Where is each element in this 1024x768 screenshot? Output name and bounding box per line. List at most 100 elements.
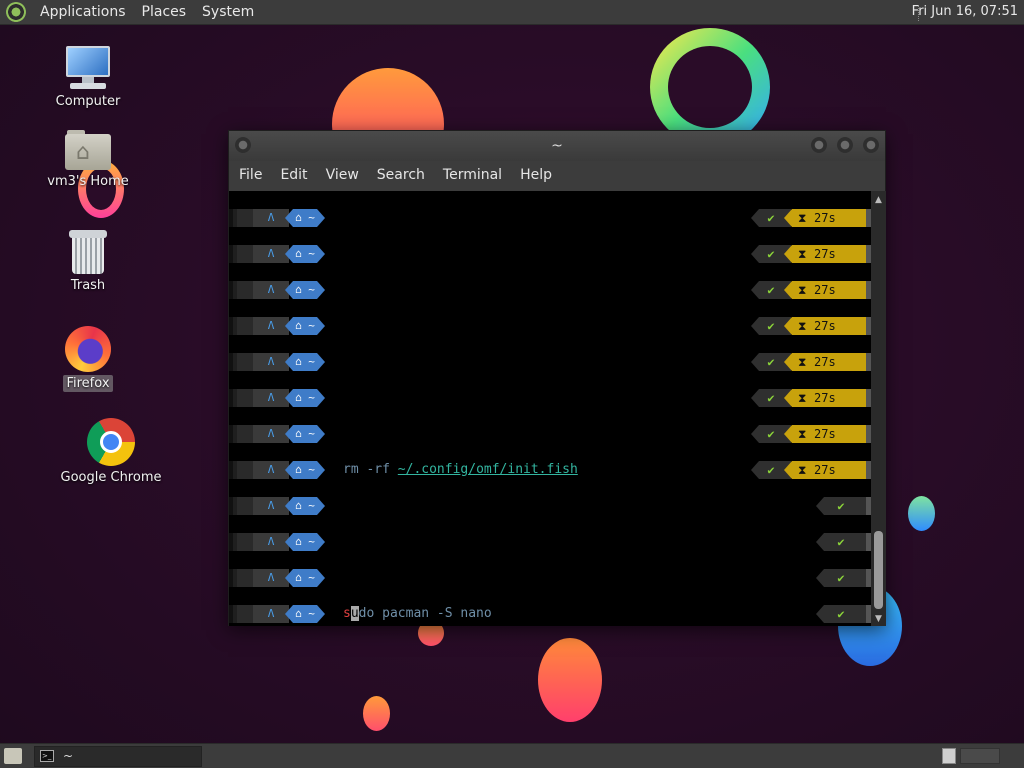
menu-terminal[interactable]: Terminal <box>437 167 514 183</box>
duration-text: 27s <box>814 211 836 225</box>
close-button[interactable] <box>863 137 879 153</box>
arch-icon: Λ <box>253 245 289 263</box>
scroll-up-arrow-icon[interactable]: ▲ <box>875 195 882 205</box>
terminal-line: Λ ⌂ ~ ✔ ⧗ 27s <box>229 281 871 299</box>
menu-edit[interactable]: Edit <box>274 167 319 183</box>
desktop-icon-label: Trash <box>70 278 106 293</box>
chrome-icon <box>87 418 135 466</box>
home-dir-segment: ⌂ ~ <box>285 389 325 407</box>
duration-text: 27s <box>814 319 836 333</box>
desktop-icon-trash[interactable]: Trash <box>38 230 138 294</box>
duration-text: 27s <box>814 463 836 477</box>
home-dir-segment: ⌂ ~ <box>285 353 325 371</box>
duration-text: 27s <box>814 355 836 369</box>
home-dir-segment: ⌂ ~ <box>285 281 325 299</box>
duration-segment: ⧗ 27s <box>784 461 866 479</box>
status-ok-icon: ✔ <box>816 569 866 587</box>
menu-help[interactable]: Help <box>514 167 564 183</box>
hourglass-icon: ⧗ <box>798 391 807 405</box>
home-dir-segment: ⌂ ~ <box>285 497 325 515</box>
arch-icon: Λ <box>253 281 289 299</box>
prompt-segment-left <box>229 389 253 407</box>
maximize-button[interactable] <box>837 137 853 153</box>
arch-icon: Λ <box>253 317 289 335</box>
scroll-thumb[interactable] <box>874 531 883 609</box>
hourglass-icon: ⧗ <box>798 211 807 225</box>
prompt-segment-left <box>229 497 253 515</box>
terminal-scrollbar[interactable]: ▲ ▼ <box>871 191 886 626</box>
scroll-down-arrow-icon[interactable]: ▼ <box>875 614 882 624</box>
command-text: rm -rf ~/.config/omf/init.fish <box>343 462 578 477</box>
window-titlebar[interactable]: ~ <box>229 131 885 161</box>
hourglass-icon: ⧗ <box>798 463 807 477</box>
terminal-line: Λ ⌂ ~ ✔ <box>229 497 871 515</box>
desktop-icon-chrome[interactable]: Google Chrome <box>56 418 166 486</box>
terminal-line: Λ ⌂ ~ ✔ ⧗ 27s <box>229 353 871 371</box>
home-dir-segment: ⌂ ~ <box>285 425 325 443</box>
distro-logo-icon[interactable] <box>6 2 26 22</box>
home-folder-icon: ⌂ <box>65 130 111 170</box>
firefox-icon <box>65 326 111 372</box>
arch-icon: Λ <box>253 605 289 623</box>
arch-icon: Λ <box>253 533 289 551</box>
terminal-output[interactable]: Λ ⌂ ~ ✔ ⧗ 27s Λ ⌂ ~ ✔ ⧗ 27s Λ ⌂ ~ ✔ ⧗ 27s Λ ⌂ ~ ✔ ⧗ 27s Λ ⌂ ~… <box>229 191 871 626</box>
terminal-line: Λ ⌂ ~ ✔ ⧗ 27s <box>229 317 871 335</box>
desktop-icon-computer[interactable]: Computer <box>38 46 138 110</box>
home-dir-segment: ⌂ ~ <box>285 209 325 227</box>
hourglass-icon: ⧗ <box>798 247 807 261</box>
home-dir-segment: ⌂ ~ <box>285 245 325 263</box>
wallpaper-blob <box>363 696 390 731</box>
trash-icon <box>69 230 107 274</box>
prompt-segment-left <box>229 281 253 299</box>
duration-text: 27s <box>814 283 836 297</box>
prompt-segment-left <box>229 533 253 551</box>
terminal-menubar: File Edit View Search Terminal Help <box>229 161 885 189</box>
prompt-segment-left <box>229 569 253 587</box>
duration-segment: ⧗ 27s <box>784 281 866 299</box>
duration-segment: ⧗ 27s <box>784 317 866 335</box>
menu-search[interactable]: Search <box>371 167 437 183</box>
arch-icon: Λ <box>253 425 289 443</box>
minimize-button[interactable] <box>811 137 827 153</box>
workspace-1[interactable] <box>942 748 956 764</box>
menu-file[interactable]: File <box>233 167 274 183</box>
terminal-line: Λ ⌂ ~ ✔ ⧗ 27s <box>229 389 871 407</box>
menu-system[interactable]: System <box>194 4 262 20</box>
prompt-segment-left <box>229 353 253 371</box>
taskbar-terminal-button[interactable]: >_ ~ <box>34 746 202 767</box>
show-desktop-icon[interactable] <box>4 748 22 764</box>
prompt-segment-left <box>229 425 253 443</box>
arch-icon: Λ <box>253 389 289 407</box>
terminal-line: Λ ⌂ ~ rm -rf ~/.config/omf/init.fish ✔ ⧗ 27s <box>229 461 871 479</box>
prompt-segment-left <box>229 209 253 227</box>
top-panel: Applications Places System Fri Jun 16, 0… <box>0 0 1024 25</box>
desktop-icon-firefox[interactable]: Firefox <box>38 326 138 392</box>
desktop-icon-label: Firefox <box>63 375 113 392</box>
workspace-2[interactable] <box>960 748 1000 764</box>
menu-applications[interactable]: Applications <box>32 4 134 20</box>
duration-text: 27s <box>814 247 836 261</box>
duration-segment: ⧗ 27s <box>784 353 866 371</box>
home-dir-segment: ⌂ ~ <box>285 569 325 587</box>
desktop-icon-home[interactable]: ⌂ vm3's Home <box>38 130 138 190</box>
arch-icon: Λ <box>253 497 289 515</box>
command-input[interactable]: sudo pacman -S nano <box>343 605 492 623</box>
menu-places[interactable]: Places <box>134 4 195 20</box>
home-dir-segment: ⌂ ~ <box>285 605 325 623</box>
status-ok-icon: ✔ <box>816 605 866 623</box>
menu-view[interactable]: View <box>320 167 371 183</box>
text-cursor: u <box>350 606 359 621</box>
terminal-line: Λ ⌂ ~ ✔ <box>229 569 871 587</box>
hourglass-icon: ⧗ <box>798 319 807 333</box>
terminal-line: Λ ⌂ ~ ✔ ⧗ 27s <box>229 209 871 227</box>
wallpaper-gradient-ring <box>650 28 770 146</box>
terminal-icon: >_ <box>40 750 54 762</box>
home-dir-segment: ⌂ ~ <box>285 317 325 335</box>
prompt-segment-left <box>229 461 253 479</box>
clock[interactable]: Fri Jun 16, 07:51 <box>912 4 1018 19</box>
terminal-line: Λ ⌂ ~ ✔ ⧗ 27s <box>229 245 871 263</box>
duration-segment: ⧗ 27s <box>784 425 866 443</box>
terminal-window: ~ File Edit View Search Terminal Help Λ ⌂… <box>228 130 886 626</box>
prompt-segment-left <box>229 605 253 623</box>
hourglass-icon: ⧗ <box>798 283 807 297</box>
